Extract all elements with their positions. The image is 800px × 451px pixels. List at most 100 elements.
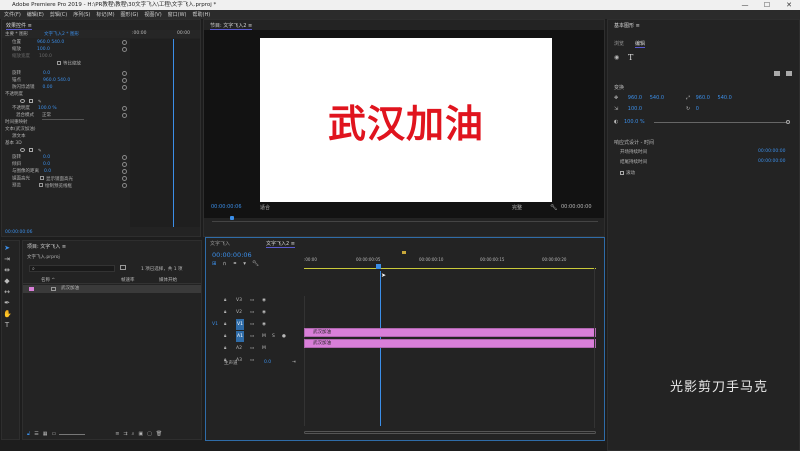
ec-playhead[interactable] [173,39,174,227]
track-v3[interactable]: 🔒︎ V3 ▭ ◉ [206,295,303,306]
minimize-button[interactable]: — [734,0,756,10]
anchor-control[interactable]: ⤢ 960.0 540.0 [686,95,732,101]
sync-lock-icon[interactable]: ▭ [250,307,254,318]
freeform-view-icon[interactable]: ▭ [51,431,56,437]
opacity-slider[interactable] [654,122,786,123]
track-v2[interactable]: 🔒︎ V2 ▭ ◉ [206,307,303,318]
track-a1[interactable]: 🔒︎ A1 ▭ M S ● [206,331,303,342]
menu-file[interactable]: 文件(F) [4,11,21,18]
blend-mode-select[interactable]: 正常 [42,113,84,120]
reset-icon[interactable] [122,78,127,83]
menu-help[interactable]: 帮助(H) [193,11,211,18]
text-layer-icon[interactable]: T [628,53,633,62]
reset-icon[interactable] [122,47,127,52]
effect-controls-tab[interactable]: 效果控件 ≡ [6,22,32,30]
prop-3d-rotation[interactable]: 旋转 0.0 [2,155,50,161]
new-layer-icon[interactable] [774,71,780,76]
add-marker-icon[interactable]: ▾ [243,261,246,267]
track-v1[interactable]: V1 🔒︎ V1 ▭ ◉ [206,319,303,330]
new-item-icon[interactable]: ▢ [147,431,152,437]
menu-graphics[interactable]: 图形(G) [121,11,139,18]
program-scrubber[interactable] [212,216,598,222]
prop-source-text[interactable]: 源文本 [2,134,26,140]
reset-icon[interactable] [122,85,127,90]
prop-scale-width[interactable]: 缩放宽度 100.0 [2,54,52,60]
rotation-control[interactable]: ↻ 0 [686,106,699,112]
track-a2[interactable]: 🔒︎ A2 ▭ M [206,343,303,354]
program-playhead[interactable] [230,216,234,220]
roll-option[interactable]: 滚动 [620,170,635,176]
position-control[interactable]: ✥ 960.0 540.0 [614,95,664,101]
voice-over-icon[interactable]: ● [282,331,286,342]
timeline-playhead-handle[interactable] [376,264,381,269]
maximize-button[interactable]: ☐ [756,0,778,10]
menu-view[interactable]: 视图(V) [144,11,161,18]
list-view-icon[interactable]: ☰ [34,431,38,437]
reset-icon[interactable] [122,169,127,174]
opacity-slider-handle[interactable] [786,120,790,124]
menu-edit[interactable]: 编辑(E) [27,11,44,18]
timeline-vertical-scrollbar[interactable] [594,268,600,428]
automate-to-sequence-icon[interactable]: ⇉ [123,431,127,437]
clip-v2[interactable]: 武汉加油 [304,328,596,337]
layer-visibility-icon[interactable]: ◉ [614,54,619,61]
prop-distance[interactable]: 与图像的距离 0.0 [2,169,51,175]
ellipse-mask-icon[interactable] [20,99,25,103]
snap-icon[interactable]: ∩ [223,261,227,267]
project-item[interactable]: 武汉加油 [23,285,201,293]
lock-icon[interactable]: 🔒︎ [224,295,226,306]
master-track[interactable]: 主声道 0.0 ⇥ [206,360,304,368]
close-button[interactable]: ✕ [778,0,800,10]
opacity-control[interactable]: ◐ 100.0 % [614,119,794,125]
prop-uniform-scale[interactable]: 等比缩放 [2,61,81,67]
eye-icon[interactable]: ◉ [262,307,266,318]
specular-checkbox[interactable] [40,176,44,180]
program-timecode[interactable]: 00:00:00:06 [211,204,242,210]
section-basic-3d[interactable]: 基本 3D [2,141,22,147]
menu-window[interactable]: 窗口(W) [168,11,187,18]
work-area-bar[interactable] [304,268,596,269]
linked-selection-icon[interactable]: ⚭ [233,261,238,267]
razor-icon[interactable]: ◆ [3,277,11,285]
prop-position[interactable]: 位置 960.0 540.0 [2,40,64,46]
wrench-icon[interactable]: 🔧︎ [550,204,558,211]
section-opacity[interactable]: 不透明度 [2,92,23,98]
outro-duration-value[interactable]: 00:00:00:00 [758,159,785,164]
prop-rotation[interactable]: 旋转 0.0 [2,71,50,77]
menu-sequence[interactable]: 序列(S) [73,11,90,18]
program-tab[interactable]: 节目: 文字飞入2 ≡ [210,22,253,30]
sync-lock-icon[interactable]: ▭ [250,295,254,306]
reset-icon[interactable] [122,162,127,167]
prop-blend-mode[interactable]: 混合模式 正常 [2,113,84,120]
pen-tool-icon[interactable]: ✒ [3,299,11,307]
timeline-tab-1[interactable]: 文字飞入 [210,240,230,247]
prop-preview[interactable]: 预览 绘制预览线框 [2,183,72,189]
prop-scale[interactable]: 缩放 100.0 [2,47,50,53]
icon-view-icon[interactable]: ▦ [43,431,48,437]
reset-icon[interactable] [122,155,127,160]
lock-icon[interactable]: 🔒︎ [224,331,226,342]
lock-icon[interactable]: 🔒︎ [224,343,226,354]
tab-edit[interactable]: 编辑 [635,40,646,48]
column-name[interactable]: 名称 ^ [41,277,55,283]
ripple-edit-icon[interactable]: ⇹ [3,266,11,274]
section-time-remap[interactable]: 时间重映射 [2,120,28,126]
rectangle-mask-icon[interactable] [29,148,34,152]
lock-icon[interactable]: 🔒︎ [224,307,226,318]
roll-checkbox[interactable] [620,170,624,175]
source-v1-patch[interactable]: V1 [212,319,218,330]
clip-v1[interactable]: 武汉加油 [304,339,596,348]
clip-selector[interactable]: 文字飞入2 * 图形 [44,31,79,37]
reset-icon[interactable] [122,113,127,118]
scrollbar-thumb[interactable] [304,431,596,434]
sort-icon[interactable]: ≡ [115,431,119,437]
slip-tool-icon[interactable]: ↔ [3,288,11,296]
find-icon[interactable]: ⌕ [132,431,135,437]
new-bin-from-search-icon[interactable] [120,265,126,270]
selection-tool-icon[interactable]: ➤ [3,244,11,252]
reset-icon[interactable] [122,71,127,76]
writable-lock-icon[interactable]: 🔓︎ [27,431,30,437]
trash-icon[interactable]: 🗑︎ [156,431,162,437]
intro-duration-value[interactable]: 00:00:00:00 [758,149,785,154]
sync-lock-icon[interactable]: ▭ [250,343,254,354]
